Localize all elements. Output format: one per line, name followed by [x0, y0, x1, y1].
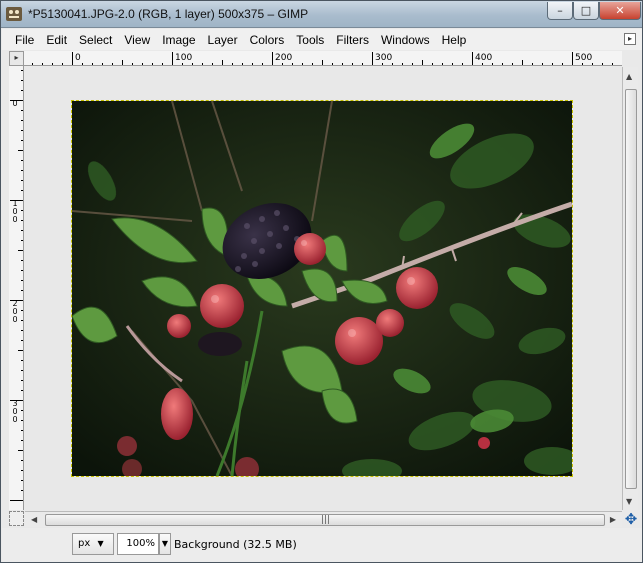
zoom-dropdown-icon[interactable]: ▼ — [159, 533, 171, 555]
menu-help[interactable]: Help — [436, 33, 473, 47]
vertical-scrollbar[interactable]: ▲ ▼ — [622, 67, 638, 510]
minimize-button[interactable]: – — [547, 2, 573, 20]
hruler-label: 0 — [75, 53, 81, 63]
zoom-input[interactable]: 100% — [117, 533, 159, 555]
vruler-label: 0 — [12, 99, 18, 108]
horizontal-scroll-thumb[interactable]: ||| — [45, 514, 605, 526]
ruler-corner-menu-button[interactable]: ▸ — [9, 51, 24, 66]
vertical-ruler-ticks — [10, 70, 23, 501]
menu-select[interactable]: Select — [73, 33, 118, 47]
gimp-window: *P5130041.JPG-2.0 (RGB, 1 layer) 500x375… — [0, 0, 643, 563]
menu-filters[interactable]: Filters — [330, 33, 375, 47]
menu-tools[interactable]: Tools — [290, 33, 330, 47]
vertical-ruler[interactable]: 0 100 200 300 — [9, 66, 24, 510]
maximize-button[interactable]: □ — [573, 2, 599, 20]
scroll-grip-icon: ||| — [321, 515, 331, 525]
blackberry-photo[interactable] — [71, 100, 573, 477]
menu-image[interactable]: Image — [156, 33, 201, 47]
vruler-label: 100 — [12, 199, 18, 224]
status-bar: px ▼ 100% ▼ Background (32.5 MB) — [2, 528, 642, 562]
hruler-label: 500 — [575, 53, 592, 63]
vertical-scroll-thumb[interactable] — [625, 89, 637, 489]
scroll-up-icon[interactable]: ▲ — [626, 72, 632, 81]
menu-bar: File Edit Select View Image Layer Colors… — [2, 29, 642, 50]
close-button[interactable]: ✕ — [599, 2, 641, 20]
menu-windows[interactable]: Windows — [375, 33, 436, 47]
navigate-icon[interactable]: ✥ — [623, 511, 639, 527]
vruler-label: 200 — [12, 299, 18, 324]
chevron-down-icon: ▼ — [97, 539, 104, 548]
menu-view[interactable]: View — [118, 33, 156, 47]
menu-layer[interactable]: Layer — [202, 33, 244, 47]
quick-mask-toggle-icon[interactable] — [9, 511, 24, 526]
unit-value: px — [78, 538, 91, 549]
menu-edit[interactable]: Edit — [40, 33, 73, 47]
vruler-label: 300 — [12, 399, 18, 424]
gimp-app-icon — [6, 7, 22, 21]
menu-file[interactable]: File — [2, 33, 40, 47]
window-title: *P5130041.JPG-2.0 (RGB, 1 layer) 500x375… — [28, 7, 309, 21]
hruler-label: 400 — [475, 53, 492, 63]
hruler-label: 100 — [175, 53, 192, 63]
image-menu-arrow-icon[interactable]: ▸ — [624, 33, 636, 45]
unit-selector[interactable]: px ▼ — [72, 533, 114, 555]
status-message: Background (32.5 MB) — [174, 538, 297, 551]
scroll-down-icon[interactable]: ▼ — [626, 497, 632, 506]
horizontal-scrollbar[interactable]: ◀ ||| ▶ — [25, 511, 622, 527]
hruler-label: 300 — [375, 53, 392, 63]
horizontal-ruler-ticks: 0 100 200 300 400 500 — [32, 52, 613, 65]
horizontal-ruler[interactable]: 0 100 200 300 400 500 — [24, 51, 622, 66]
scroll-right-icon[interactable]: ▶ — [610, 515, 616, 524]
image-canvas[interactable] — [25, 67, 622, 510]
blackberry-photo-drawing — [72, 101, 572, 476]
title-bar[interactable]: *P5130041.JPG-2.0 (RGB, 1 layer) 500x375… — [1, 1, 642, 28]
menu-colors[interactable]: Colors — [244, 33, 291, 47]
hruler-label: 200 — [275, 53, 292, 63]
scroll-left-icon[interactable]: ◀ — [31, 515, 37, 524]
